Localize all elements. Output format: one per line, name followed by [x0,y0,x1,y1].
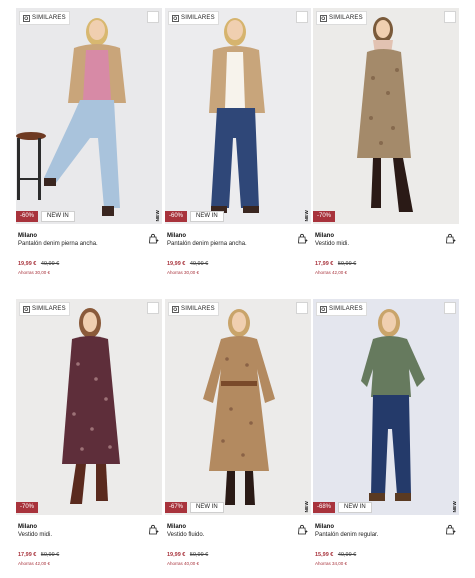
price-original: 49,99 € [189,261,209,267]
similar-label: SIMILARES [32,306,66,312]
product-name[interactable]: Pantalón denim pierna ancha. [167,241,247,247]
savings-text: Ahorras 40,00 € [167,561,200,566]
savings-text: Ahorras 34,00 € [315,561,348,566]
new-vertical-label: NEW [155,209,160,221]
similar-button[interactable]: SIMILARES [316,302,367,316]
similar-icon [23,14,30,22]
price-original: 59,99 € [40,552,60,558]
product-image[interactable]: SIMILARES -70% [16,299,162,515]
product-prices: 19,99 € 59,99 € [167,552,208,558]
price-current: 17,99 € [18,552,37,558]
product-brand[interactable]: Milano [315,233,334,239]
discount-badge: -60% [165,211,188,222]
similar-label: SIMILARES [181,15,215,21]
savings-text: Ahorras 42,00 € [18,561,51,566]
product-card[interactable]: SIMILARES -70% Milano Vestido midi. 17,9… [313,8,459,278]
similar-label: SIMILARES [329,306,363,312]
similar-icon [320,14,327,22]
similar-button[interactable]: SIMILARES [168,302,219,316]
product-image[interactable]: SIMILARES -60% NEW IN NEW [165,8,311,224]
select-checkbox[interactable] [296,11,308,23]
product-brand[interactable]: Milano [167,524,186,530]
discount-badge: -68% [313,502,336,513]
similar-button[interactable]: SIMILARES [19,302,70,316]
product-prices: 17,99 € 59,99 € [315,261,356,267]
add-to-bag-icon[interactable] [445,233,456,244]
product-prices: 15,99 € 49,99 € [315,552,356,558]
product-name[interactable]: Vestido fluido. [167,532,204,538]
savings-text: Ahorras 42,00 € [315,270,348,275]
product-image[interactable]: SIMILARES -60% NEW IN NEW [16,8,162,224]
new-in-badge: NEW IN [190,211,224,222]
add-to-bag-icon[interactable] [297,233,308,244]
product-name[interactable]: Vestido midi. [18,532,52,538]
similar-icon [172,14,179,22]
select-checkbox[interactable] [147,11,159,23]
new-in-badge: NEW IN [338,502,372,513]
product-image[interactable]: SIMILARES -70% [313,8,459,224]
product-brand[interactable]: Milano [167,233,186,239]
product-card[interactable]: SIMILARES -60% NEW IN NEW Milano Pantaló… [16,8,162,278]
similar-icon [23,305,30,313]
discount-badge: -70% [313,211,336,222]
product-name[interactable]: Pantalón denim pierna ancha. [18,241,98,247]
similar-icon [320,305,327,313]
price-current: 19,99 € [18,261,37,267]
new-in-badge: NEW IN [41,211,75,222]
add-to-bag-icon[interactable] [148,524,159,535]
price-current: 15,99 € [315,552,334,558]
add-to-bag-icon[interactable] [445,524,456,535]
product-brand[interactable]: Milano [18,524,37,530]
product-name[interactable]: Vestido midi. [315,241,349,247]
similar-icon [172,305,179,313]
similar-button[interactable]: SIMILARES [316,11,367,25]
discount-badge: -60% [16,211,39,222]
price-current: 19,99 € [167,552,186,558]
new-vertical-label: NEW [452,500,457,512]
product-card[interactable]: SIMILARES -70% Milano Vestido midi. 17,9… [16,299,162,569]
add-to-bag-icon[interactable] [148,233,159,244]
product-prices: 19,99 € 49,99 € [18,261,59,267]
price-original: 59,99 € [189,552,209,558]
savings-text: Ahorras 30,00 € [167,270,200,275]
savings-text: Ahorras 30,00 € [18,270,51,275]
similar-button[interactable]: SIMILARES [19,11,70,25]
similar-button[interactable]: SIMILARES [168,11,219,25]
price-original: 49,99 € [40,261,60,267]
add-to-bag-icon[interactable] [297,524,308,535]
new-vertical-label: NEW [304,209,309,221]
new-vertical-label: NEW [304,500,309,512]
select-checkbox[interactable] [444,302,456,314]
product-image[interactable]: SIMILARES -67% NEW IN NEW [165,299,311,515]
similar-label: SIMILARES [32,15,66,21]
product-prices: 17,99 € 59,99 € [18,552,59,558]
product-brand[interactable]: Milano [315,524,334,530]
product-card[interactable]: SIMILARES -67% NEW IN NEW Milano Vestido… [165,299,311,569]
new-in-badge: NEW IN [190,502,224,513]
product-card[interactable]: SIMILARES -60% NEW IN NEW Milano Pantaló… [165,8,311,278]
price-original: 59,99 € [337,261,357,267]
price-current: 19,99 € [167,261,186,267]
select-checkbox[interactable] [296,302,308,314]
price-original: 49,99 € [337,552,357,558]
product-brand[interactable]: Milano [18,233,37,239]
discount-badge: -70% [16,502,39,513]
product-prices: 19,99 € 49,99 € [167,261,208,267]
select-checkbox[interactable] [147,302,159,314]
product-name[interactable]: Pantalón denim regular. [315,532,378,538]
product-image[interactable]: SIMILARES -68% NEW IN NEW [313,299,459,515]
product-card[interactable]: SIMILARES -68% NEW IN NEW Milano Pantaló… [313,299,459,569]
price-current: 17,99 € [315,261,334,267]
similar-label: SIMILARES [329,15,363,21]
select-checkbox[interactable] [444,11,456,23]
similar-label: SIMILARES [181,306,215,312]
discount-badge: -67% [165,502,188,513]
